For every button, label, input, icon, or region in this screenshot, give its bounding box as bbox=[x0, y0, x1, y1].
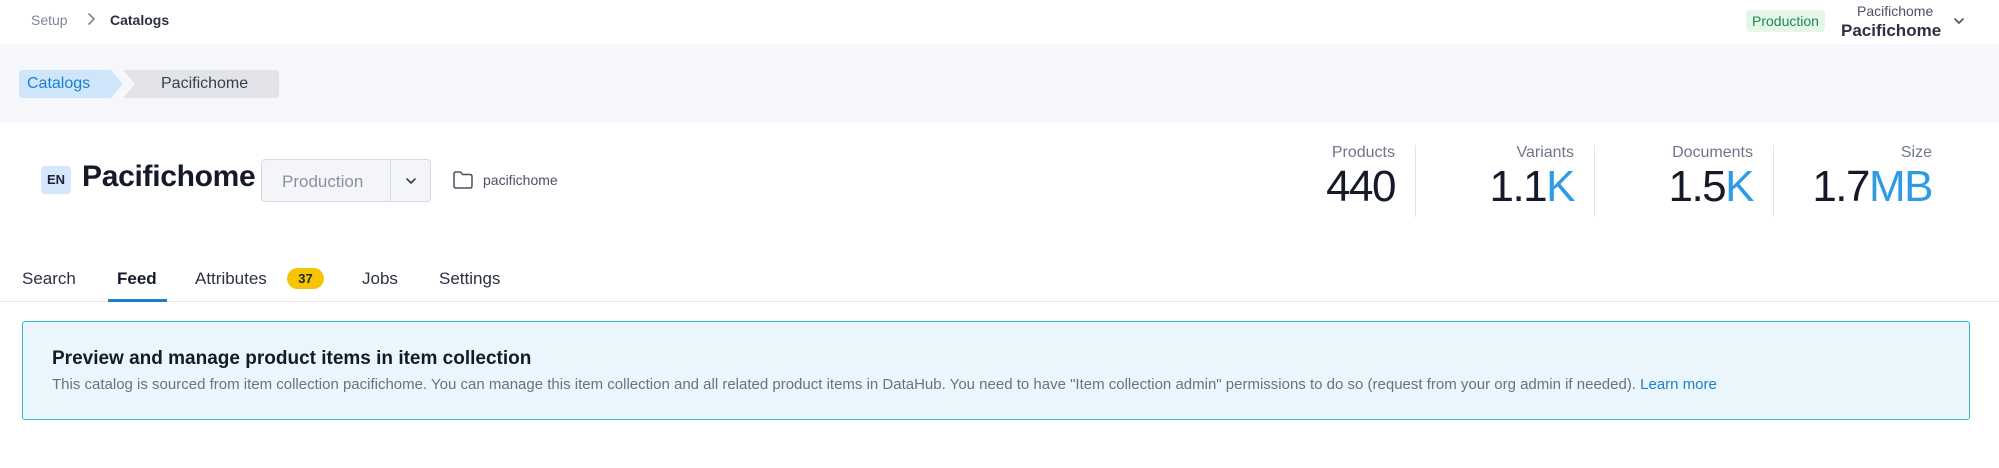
environment-select[interactable]: Production bbox=[261, 159, 431, 202]
stat-variants: Variants 1.1K bbox=[1489, 144, 1575, 212]
breadcrumb-setup-link[interactable]: Setup bbox=[31, 12, 68, 28]
chevron-right-icon bbox=[88, 13, 95, 25]
tab-settings[interactable]: Settings bbox=[439, 269, 500, 289]
stat-value: 1.5K bbox=[1668, 162, 1754, 211]
environment-select-value: Production bbox=[282, 172, 364, 191]
pill-catalog-label: Pacifichome bbox=[161, 75, 249, 92]
pill-catalogs-label: Catalogs bbox=[27, 75, 91, 92]
stat-divider bbox=[1773, 145, 1774, 217]
pill-catalogs[interactable]: Catalogs bbox=[19, 70, 125, 98]
stat-value: 1.7MB bbox=[1812, 162, 1933, 211]
stat-label: Documents bbox=[1672, 144, 1753, 161]
tab-search[interactable]: Search bbox=[22, 269, 76, 289]
stat-value: 1.1K bbox=[1489, 162, 1575, 211]
attributes-count-badge: 37 bbox=[287, 268, 324, 289]
top-bar: Setup Catalogs Production Pacifichome Pa… bbox=[0, 0, 1999, 44]
breadcrumb-current: Catalogs bbox=[110, 12, 170, 28]
stat-size: Size 1.7MB bbox=[1812, 144, 1933, 212]
stat-label: Size bbox=[1900, 144, 1932, 161]
info-text: This catalog is sourced from item collec… bbox=[52, 376, 1717, 393]
pill-catalog-current[interactable]: Pacifichome bbox=[123, 70, 279, 98]
chevron-down-icon[interactable] bbox=[1952, 14, 1966, 28]
item-collection-link[interactable]: pacifichome bbox=[483, 172, 558, 188]
stat-documents: Documents 1.5K bbox=[1668, 144, 1754, 212]
language-badge: EN bbox=[41, 166, 71, 194]
stat-products: Products 440 bbox=[1326, 144, 1396, 212]
stat-value: 440 bbox=[1326, 162, 1396, 211]
folder-icon bbox=[453, 171, 473, 189]
select-divider bbox=[390, 160, 391, 201]
info-callout: Preview and manage product items in item… bbox=[22, 321, 1970, 420]
learn-more-link[interactable]: Learn more bbox=[1640, 376, 1717, 393]
tab-attributes[interactable]: Attributes bbox=[195, 269, 267, 289]
stat-label: Variants bbox=[1516, 144, 1574, 161]
stat-divider bbox=[1415, 145, 1416, 217]
info-title: Preview and manage product items in item… bbox=[52, 348, 532, 369]
org-switcher-name[interactable]: Pacifichome bbox=[1841, 21, 1941, 41]
tab-jobs[interactable]: Jobs bbox=[362, 269, 398, 289]
active-tab-indicator bbox=[108, 299, 167, 302]
tab-feed[interactable]: Feed bbox=[117, 269, 157, 289]
org-switcher-top-label[interactable]: Pacifichome bbox=[1857, 3, 1933, 19]
environment-badge: Production bbox=[1746, 10, 1825, 32]
breadcrumb-band bbox=[0, 44, 1999, 123]
page-title: Pacifichome bbox=[82, 160, 256, 193]
chevron-down-icon[interactable] bbox=[404, 174, 418, 188]
stat-label: Products bbox=[1331, 144, 1395, 161]
stat-divider bbox=[1594, 145, 1595, 217]
